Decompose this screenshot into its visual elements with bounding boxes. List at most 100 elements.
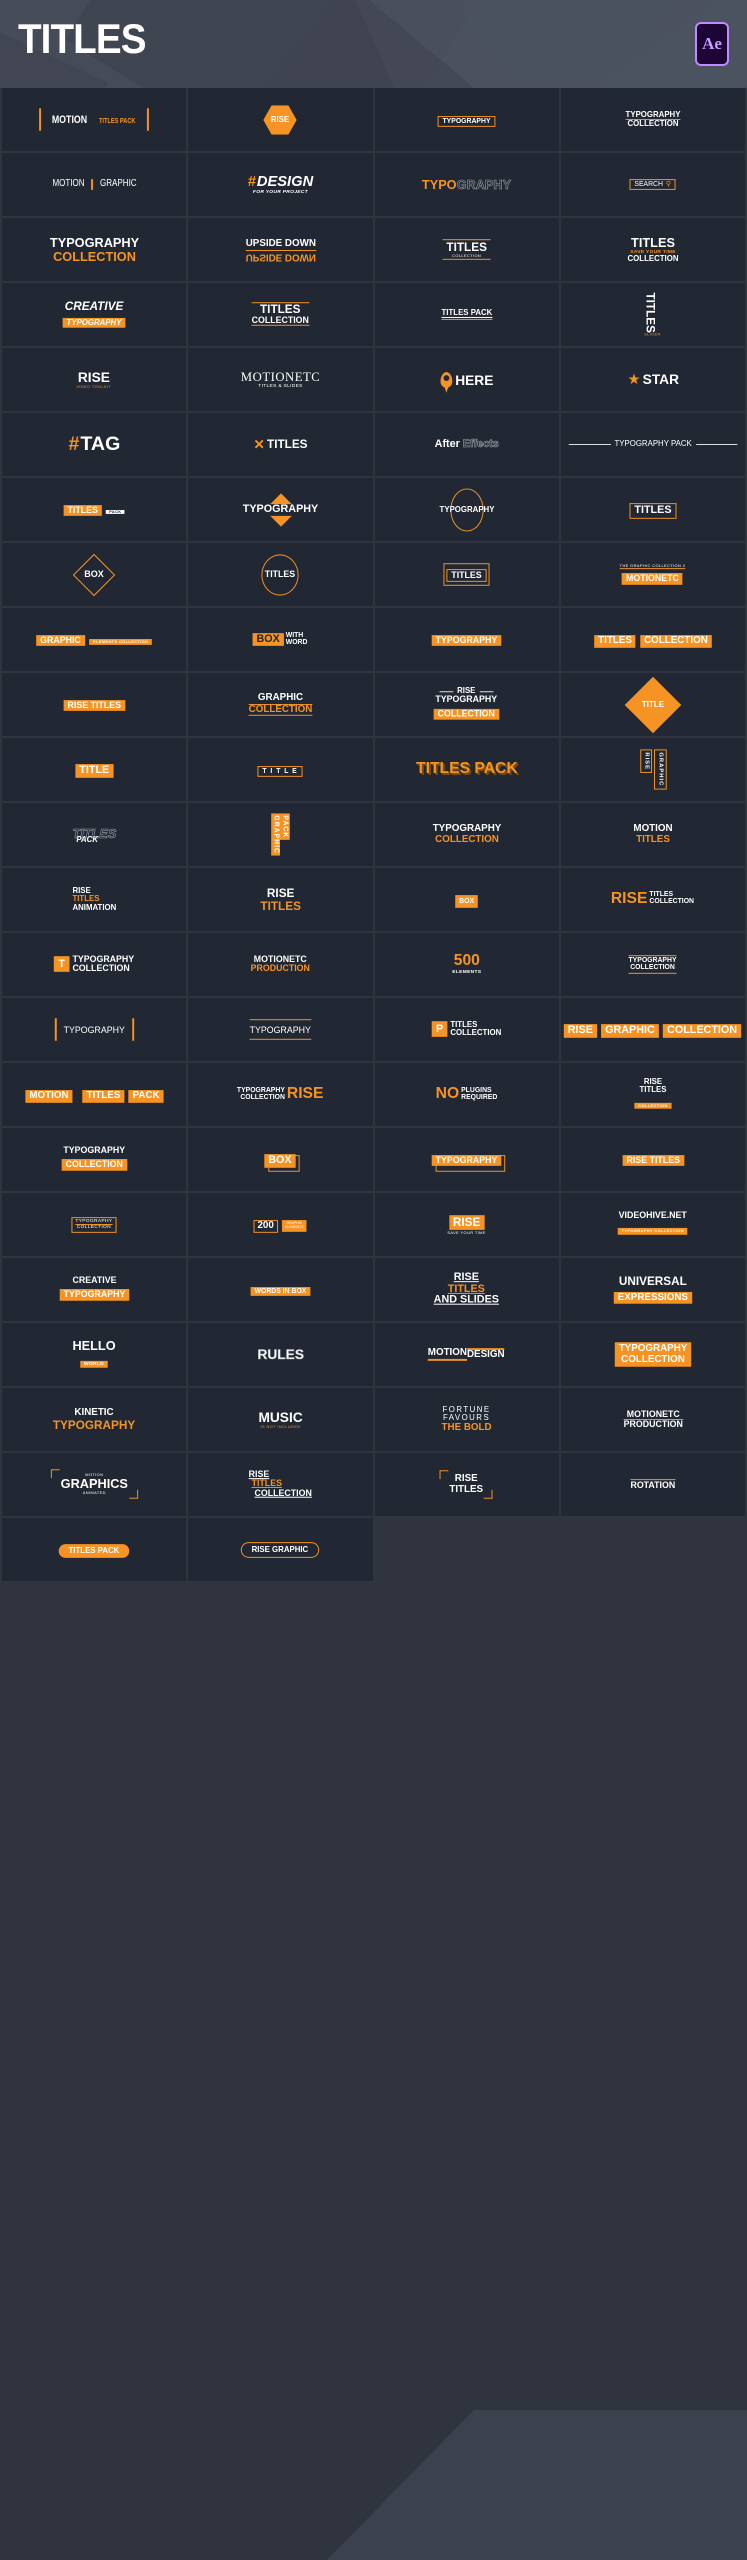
- grid-cell-typography-collection-bold[interactable]: TYPOGRAPHY COLLECTION: [2, 218, 187, 281]
- grid-cell-rise-titles-collection-2[interactable]: RISE TITLES COLLECTION: [560, 1063, 745, 1126]
- grid-cell-motion-graphic[interactable]: MOTION GRAPHIC: [2, 153, 187, 216]
- grid-cell-x-titles[interactable]: ✕ TITLES: [188, 413, 373, 476]
- grid-cell-upside-down[interactable]: UPSIDE DOWN UPSIDE DOWN: [188, 218, 373, 281]
- grid-cell-200-graphic-elements[interactable]: 200 GRAPHIC ELEMENTS: [188, 1193, 373, 1256]
- grid-cell-rise-graphic-vertical[interactable]: RISE GRAPHIC: [560, 738, 745, 801]
- grid-cell-typography-collection-solid[interactable]: TYPOGRAPHY COLLECTION: [560, 1323, 745, 1386]
- cell-line: CREATIVE: [72, 1275, 117, 1286]
- grid-cell-titles-vertical[interactable]: TITLES SLIDER: [560, 283, 745, 346]
- grid-cell-rules-outline[interactable]: RULES: [188, 1323, 373, 1386]
- grid-cell-titles-outline-box[interactable]: TITLES: [560, 478, 745, 541]
- grid-cell-hash-tag[interactable]: # TAG: [2, 413, 187, 476]
- grid-cell-title-chip[interactable]: TITLE: [2, 738, 187, 801]
- grid-cell-graphic-elements-collection[interactable]: GRAPHIC ELEMENTS COLLECTION: [2, 608, 187, 671]
- grid-cell-typography-collection-chip[interactable]: TYPOGRAPHY COLLECTION: [2, 1128, 187, 1191]
- grid-cell-typography-collection-rules[interactable]: TYPOGRAPHY COLLECTION: [560, 933, 745, 996]
- grid-cell-titles-double-box[interactable]: TITLES: [374, 543, 559, 606]
- grid-cell-star-label[interactable]: ★ STAR: [560, 348, 745, 411]
- grid-cell-creative-typography-2[interactable]: CREATIVE TYPOGRAPHY: [2, 1258, 187, 1321]
- grid-cell-words-in-box[interactable]: WORDS IN BOX: [188, 1258, 373, 1321]
- grid-cell-titles-pack-chip[interactable]: TITLES PACK: [2, 478, 187, 541]
- grid-cell-search-box[interactable]: SEARCH ⚲: [560, 153, 745, 216]
- cell-line: COLLECTION: [663, 1024, 742, 1038]
- grid-cell-typography-shadow-chip[interactable]: TYPOGRAPHY: [374, 1128, 559, 1191]
- grid-cell-rise-graphic-pill[interactable]: RISE GRAPHIC: [188, 1518, 373, 1581]
- cell-line: After: [434, 437, 460, 450]
- grid-cell-typography-double-rule[interactable]: TYPOGRAPHY: [188, 998, 373, 1061]
- grid-cell-rise-titles-chip[interactable]: RISE TITLES: [2, 673, 187, 736]
- grid-cell-motion-graphics-animated[interactable]: MOTION GRAPHICS ANIMATED: [2, 1453, 187, 1516]
- grid-cell-typography-collection-2[interactable]: TYPOGRAPHY COLLECTION: [374, 803, 559, 866]
- grid-cell-rise-save-your-time[interactable]: RISE SAVE YOUR TIME: [374, 1193, 559, 1256]
- grid-cell-rise-titles-collection[interactable]: RISE TITLES COLLECTION: [560, 868, 745, 931]
- grid-cell-rise-video-toolkit[interactable]: RISE VIDEO TOOLKIT: [2, 348, 187, 411]
- cell-line: RISE: [564, 1024, 598, 1038]
- grid-cell-box-shadow-chip[interactable]: BOX: [188, 1128, 373, 1191]
- grid-cell-rise-titles-collection-3[interactable]: RISE TITLES COLLECTION: [188, 1453, 373, 1516]
- grid-cell-rise-titles-stack[interactable]: RISE TITLES: [188, 868, 373, 931]
- grid-cell-titles-circle[interactable]: TITLES: [188, 543, 373, 606]
- grid-cell-typography-collection[interactable]: TYPOGRAPHY COLLECTION: [560, 88, 745, 151]
- grid-cell-title-spaced-box[interactable]: T I T L E: [188, 738, 373, 801]
- grid-cell-typography-triangles[interactable]: TYPOGRAPHY: [188, 478, 373, 541]
- grid-cell-typography-collection-small-box[interactable]: TYPOGRAPHY COLLECTION: [2, 1193, 187, 1256]
- grid-cell-titles-save-your-time[interactable]: TITLES SAVE YOUR TIME COLLECTION: [560, 218, 745, 281]
- grid-cell-here-pin[interactable]: HERE: [374, 348, 559, 411]
- grid-cell-hello-world[interactable]: HELLO WORLD: [2, 1323, 187, 1386]
- grid-cell-t-typography-collection[interactable]: T TYPOGRAPHY COLLECTION: [2, 933, 187, 996]
- grid-cell-typography-collection-rise[interactable]: TYPOGRAPHY COLLECTION RISE: [188, 1063, 373, 1126]
- grid-cell-universal-expressions[interactable]: UNIVERSAL EXPRESSIONS: [560, 1258, 745, 1321]
- grid-cell-rise-hexagon[interactable]: RISE: [188, 88, 373, 151]
- grid-cell-videohive-net[interactable]: VIDEOHIVE.NET TYPOGRAPHY COLLECTION: [560, 1193, 745, 1256]
- grid-cell-rise-titles-and-slides[interactable]: RISE TITLES AND SLIDES: [374, 1258, 559, 1321]
- grid-cell-motionetc-production-2[interactable]: MOTIONETC PRODUCTION: [560, 1388, 745, 1451]
- grid-cell-graphic-collection[interactable]: GRAPHIC COLLECTION: [188, 673, 373, 736]
- grid-cell-typography-pack-line[interactable]: TYPOGRAPHY PACK: [560, 413, 745, 476]
- grid-cell-no-plugins-required[interactable]: NO PLUGINS REQUIRED: [374, 1063, 559, 1126]
- grid-cell-titles-pack-outline[interactable]: TITLES PACK: [2, 803, 187, 866]
- grid-cell-rise-titles-chip-2[interactable]: RISE TITLES: [560, 1128, 745, 1191]
- grid-cell-motion-titles[interactable]: MOTION TITLES: [560, 803, 745, 866]
- grid-cell-creative-typography[interactable]: CREATIVE TYPOGRAPHY: [2, 283, 187, 346]
- grid-cell-motionetc-production[interactable]: MOTIONETC PRODUCTION: [188, 933, 373, 996]
- grid-cell-fortune-favours-the-bold[interactable]: FORTUNE FAVOURS THE BOLD: [374, 1388, 559, 1451]
- grid-cell-titles-pack-underline[interactable]: TITLES PACK: [374, 283, 559, 346]
- grid-cell-titles-collection-chips[interactable]: TITLES COLLECTION: [560, 608, 745, 671]
- grid-cell-box-diamond[interactable]: BOX: [2, 543, 187, 606]
- grid-cell-rise-graphic-collection[interactable]: RISE GRAPHIC COLLECTION: [560, 998, 745, 1061]
- cell-line: TYPOGRAPHY: [242, 502, 319, 515]
- grid-cell-kinetic-typography[interactable]: KINETIC TYPOGRAPHY: [2, 1388, 187, 1451]
- grid-cell-typography-outline[interactable]: TYPO GRAPHY: [374, 153, 559, 216]
- grid-cell-typography-box[interactable]: TYPOGRAPHY: [374, 88, 559, 151]
- grid-cell-titles-pack-pill[interactable]: TITLES PACK: [2, 1518, 187, 1581]
- grid-cell-rotation[interactable]: ROTATION: [560, 1453, 745, 1516]
- grid-cell-titles-collection-rules[interactable]: TITLES COLLECTION: [188, 283, 373, 346]
- grid-cell-titles-rules[interactable]: TITLES COLLECTION: [374, 218, 559, 281]
- grid-cell-rise-typography-collection[interactable]: RISE TYPOGRAPHY COLLECTION: [374, 673, 559, 736]
- grid-cell-title-diamond[interactable]: TITLE: [560, 673, 745, 736]
- grid-cell-motion-design[interactable]: MOTION DESIGN: [374, 1323, 559, 1386]
- cell-line: RISE: [271, 114, 290, 124]
- cell-line: COLLECTION: [254, 1488, 312, 1498]
- grid-cell-typography-brackets[interactable]: TYPOGRAPHY: [2, 998, 187, 1061]
- grid-cell-typography-chip[interactable]: TYPOGRAPHY: [374, 608, 559, 671]
- grid-cell-box-small-chip[interactable]: BOX: [374, 868, 559, 931]
- grid-cell-motion-titles-pack-chips[interactable]: MOTION TITLES PACK: [2, 1063, 187, 1126]
- grid-cell-graphic-pack-vertical[interactable]: GRAPHIC PACK: [188, 803, 373, 866]
- grid-cell-motionetc-chip[interactable]: THE GRAPHIC COLLECTION 2 MOTIONETC: [560, 543, 745, 606]
- grid-cell-after-effects[interactable]: After Effects: [374, 413, 559, 476]
- grid-cell-p-titles-collection[interactable]: P TITLES COLLECTION: [374, 998, 559, 1061]
- grid-cell-box-with-word[interactable]: BOX WITH WORD: [188, 608, 373, 671]
- grid-cell-rise-titles-animation[interactable]: RISE TITLES ANIMATION: [2, 868, 187, 931]
- grid-cell-typography-ellipse[interactable]: TYPOGRAPHY: [374, 478, 559, 541]
- grid-cell-500-elements[interactable]: 500 ELEMENTS: [374, 933, 559, 996]
- grid-cell-motion-titles-pack[interactable]: MOTION TITLES PACK: [2, 88, 187, 151]
- grid-cell-titles-pack-3d[interactable]: TITLES PACK: [374, 738, 559, 801]
- cell-line: HERE: [454, 371, 494, 388]
- grid-cell-music-not-included[interactable]: MUSIC IS NOT INCLUDED: [188, 1388, 373, 1451]
- grid-cell-hash-design[interactable]: # DESIGN FOR YOUR PROJECT: [188, 153, 373, 216]
- grid-cell-motionetc-titles-slides[interactable]: MOTIONETC TITLES & SLIDES: [188, 348, 373, 411]
- circle-shape: TITLES: [261, 553, 299, 596]
- cell-line: RULES: [257, 1346, 304, 1363]
- grid-cell-rise-titles-corners[interactable]: RISE TITLES: [374, 1453, 559, 1516]
